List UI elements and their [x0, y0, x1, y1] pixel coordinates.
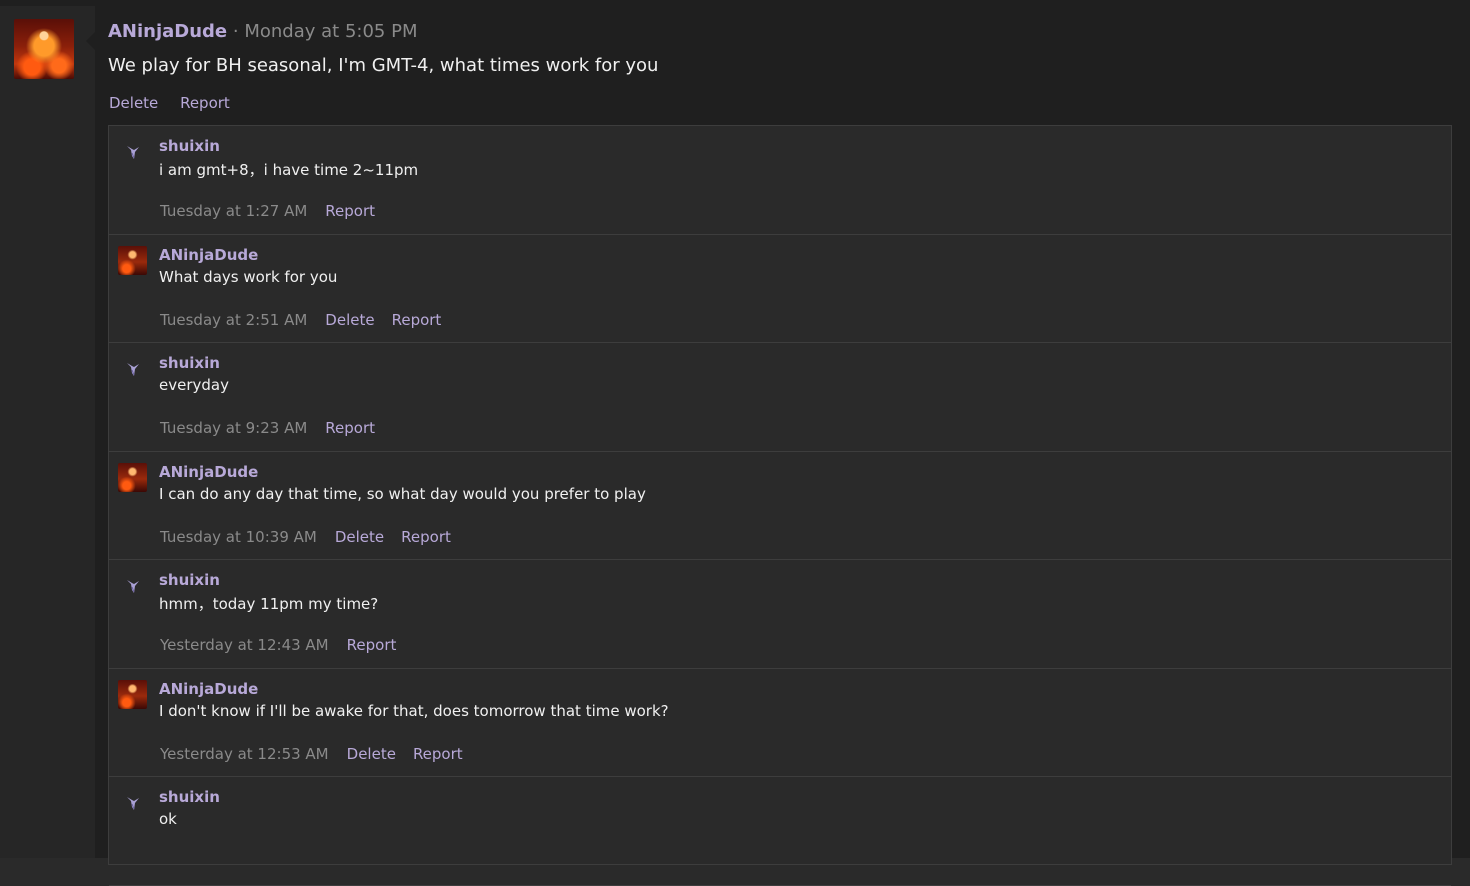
comment-author[interactable]: shuixin	[159, 571, 220, 589]
comment-report-button[interactable]: Report	[401, 528, 451, 546]
comment-item: shuixin hmm，today 11pm my time? Yesterday …	[109, 560, 1451, 669]
comment-footer: Tuesday at 10:39 AM Delete Report	[160, 528, 468, 546]
comment-text: everyday	[159, 376, 229, 394]
post-separator: ·	[232, 21, 239, 42]
comment-text: I don't know if I'll be awake for that, …	[159, 701, 669, 720]
comment-report-button[interactable]: Report	[413, 745, 463, 763]
comment-footer	[160, 853, 178, 871]
comment-footer: Tuesday at 1:27 AM Report	[160, 202, 392, 220]
post-author[interactable]: ANinjaDude	[108, 21, 227, 42]
comment-footer: Tuesday at 9:23 AM Report	[160, 419, 392, 437]
comment-delete-button[interactable]: Delete	[335, 528, 384, 546]
comment-text: i am gmt+8，i have time 2~11pm	[159, 161, 419, 179]
bird-avatar-icon[interactable]	[118, 354, 147, 383]
comment-author[interactable]: ANinjaDude	[159, 246, 258, 264]
flame-avatar-icon[interactable]	[14, 19, 74, 79]
post-body: We play for BH seasonal, I'm GMT-4, what…	[108, 55, 659, 76]
comment-item: shuixin i am gmt+8，i have time 2~11pm Tues…	[109, 126, 1451, 235]
comment-timestamp[interactable]: Tuesday at 2:51 AM	[160, 311, 307, 329]
comment-timestamp[interactable]: Tuesday at 1:27 AM	[160, 202, 307, 220]
comment-item: shuixin everyday Tuesday at 9:23 AM Report	[109, 343, 1451, 452]
comment-item: ANinjaDude I don't know if I'll be awake …	[109, 669, 1451, 777]
comment-footer: Tuesday at 2:51 AM Delete Report	[160, 311, 458, 329]
comment-report-button[interactable]: Report	[392, 311, 442, 329]
comment-timestamp[interactable]: Tuesday at 9:23 AM	[160, 419, 307, 437]
comment-text: What days work for you	[159, 267, 338, 286]
comment-delete-button[interactable]: Delete	[347, 745, 396, 763]
post-actions: Delete Report	[109, 94, 247, 112]
comment-author[interactable]: shuixin	[159, 788, 220, 806]
comment-item: ANinjaDude I can do any day that time, so…	[109, 452, 1451, 560]
comment-footer: Yesterday at 12:53 AM Delete Report	[160, 745, 480, 763]
post-pointer	[86, 32, 95, 50]
comment-list: shuixin i am gmt+8，i have time 2~11pm Tues…	[108, 125, 1452, 886]
comment-author[interactable]: ANinjaDude	[159, 680, 258, 698]
comment-author[interactable]: shuixin	[159, 354, 220, 372]
comment-author[interactable]: ANinjaDude	[159, 463, 258, 481]
comment-delete-button[interactable]: Delete	[325, 311, 374, 329]
comment-timestamp[interactable]: Yesterday at 12:43 AM	[160, 636, 329, 654]
comment-text: I can do any day that time, so what day …	[159, 484, 646, 503]
comment-text: ok	[159, 810, 177, 828]
comment-timestamp[interactable]: Tuesday at 10:39 AM	[160, 528, 317, 546]
post-header: ANinjaDude · Monday at 5:05 PM	[108, 21, 417, 42]
post-timestamp[interactable]: Monday at 5:05 PM	[244, 21, 417, 42]
flame-avatar-icon[interactable]	[118, 245, 147, 275]
comment-report-button[interactable]: Report	[347, 636, 397, 654]
bird-avatar-icon[interactable]	[118, 137, 147, 166]
bird-avatar-icon[interactable]	[118, 571, 147, 600]
comment-text: hmm，today 11pm my time?	[159, 595, 379, 613]
bird-avatar-icon[interactable]	[118, 788, 147, 817]
left-gutter	[0, 6, 95, 858]
comment-report-button[interactable]: Report	[325, 202, 375, 220]
comment-footer: Yesterday at 12:43 AM Report	[160, 636, 413, 654]
flame-avatar-icon[interactable]	[118, 462, 147, 492]
comment-report-button[interactable]: Report	[325, 419, 375, 437]
comment-timestamp[interactable]: Yesterday at 12:53 AM	[160, 745, 329, 763]
delete-button[interactable]: Delete	[109, 94, 158, 112]
comment-item: shuixin ok	[109, 777, 1451, 886]
comment-item: ANinjaDude What days work for you Tuesday …	[109, 235, 1451, 343]
comment-author[interactable]: shuixin	[159, 137, 220, 155]
flame-avatar-icon[interactable]	[118, 679, 147, 709]
report-button[interactable]: Report	[180, 94, 230, 112]
